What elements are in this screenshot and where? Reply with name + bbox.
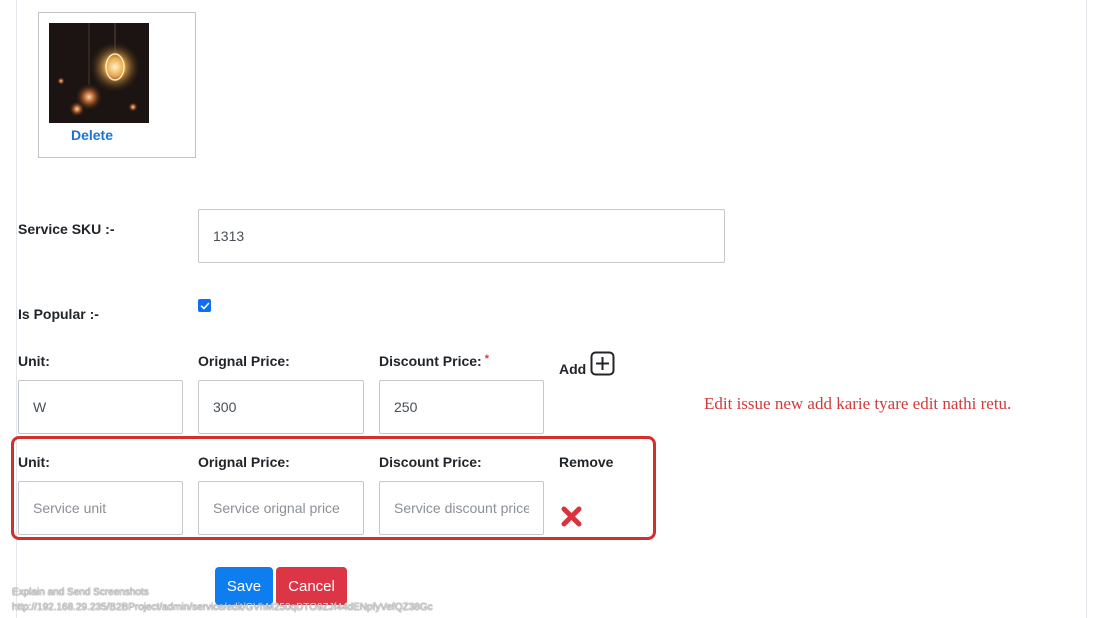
unit-label-row2: Unit: — [18, 454, 50, 470]
status-url: http://192.168.29.235/B2BProject/admin/s… — [12, 602, 433, 613]
service-image — [49, 23, 149, 123]
unit-input[interactable] — [18, 380, 183, 434]
required-marker: * — [484, 353, 489, 365]
original-price-label-row2: Orignal Price: — [198, 454, 290, 470]
annotation-note: Edit issue new add karie tyare edit nath… — [704, 394, 1012, 413]
service-original-price-input[interactable] — [198, 481, 364, 535]
save-button[interactable]: Save — [215, 567, 273, 605]
service-sku-input[interactable] — [198, 209, 725, 263]
service-sku-label: Service SKU :- — [18, 221, 115, 237]
check-icon — [200, 302, 209, 309]
plus-square-icon[interactable] — [590, 351, 615, 376]
is-popular-label: Is Popular :- — [18, 306, 99, 322]
service-unit-input[interactable] — [18, 481, 183, 535]
remove-label: Remove — [559, 454, 614, 470]
add-label: Add — [559, 361, 587, 377]
image-preview-box: Delete — [38, 12, 196, 158]
discount-price-label: Discount Price: * — [379, 353, 489, 369]
x-icon[interactable] — [560, 505, 583, 528]
cancel-button[interactable]: Cancel — [276, 567, 347, 605]
delete-image-link[interactable]: Delete — [39, 127, 145, 143]
discount-price-label-row2: Discount Price: — [379, 454, 482, 470]
card-border-right — [1086, 0, 1087, 618]
original-price-label: Orignal Price: — [198, 353, 290, 369]
unit-label: Unit: — [18, 353, 50, 369]
service-discount-price-input[interactable] — [379, 481, 544, 535]
status-caption: Explain and Send Screenshots — [12, 587, 149, 598]
is-popular-checkbox[interactable] — [198, 299, 211, 312]
discount-price-input[interactable] — [379, 380, 544, 434]
original-price-input[interactable] — [198, 380, 364, 434]
